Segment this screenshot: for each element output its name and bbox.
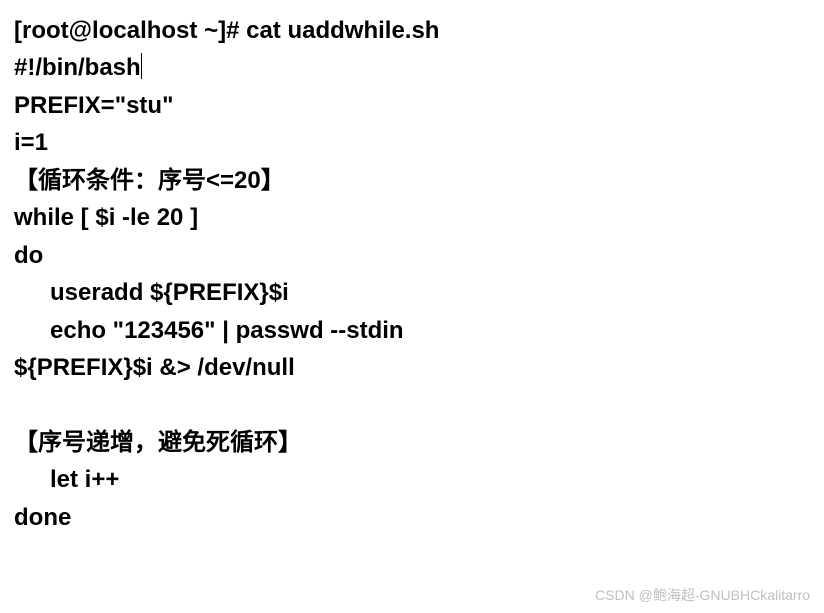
while-statement: while [ $i -le 20 ] xyxy=(14,204,198,231)
var-i: i=1 xyxy=(14,129,48,156)
code-block: [root@localhost ~]# cat uaddwhile.sh #!/… xyxy=(14,12,810,536)
code-line-3: PREFIX="stu" xyxy=(14,87,810,124)
echo-passwd-command: echo "123456" | passwd --stdin xyxy=(50,317,404,344)
text-cursor xyxy=(141,53,142,79)
code-line-2: #!/bin/bash xyxy=(14,49,810,86)
watermark: CSDN @鲍海超-GNUBHCkalitarro xyxy=(595,585,810,607)
code-line-4: i=1 xyxy=(14,124,810,161)
prompt-command: [root@localhost ~]# cat uaddwhile.sh xyxy=(14,17,439,44)
code-line-13: let i++ xyxy=(14,461,810,498)
comment-increment: 【序号递增，避免死循环】 xyxy=(14,429,302,456)
code-line-1: [root@localhost ~]# cat uaddwhile.sh xyxy=(14,12,810,49)
code-line-7: do xyxy=(14,237,810,274)
redirect-output: ${PREFIX}$i &> /dev/null xyxy=(14,354,295,381)
done-keyword: done xyxy=(14,504,71,531)
do-keyword: do xyxy=(14,242,43,269)
code-line-10: ${PREFIX}$i &> /dev/null xyxy=(14,349,810,386)
code-line-5: 【循环条件：序号<=20】 xyxy=(14,162,810,199)
let-increment: let i++ xyxy=(50,466,119,493)
code-line-9: echo "123456" | passwd --stdin xyxy=(14,312,810,349)
useradd-command: useradd ${PREFIX}$i xyxy=(50,279,289,306)
code-line-11 xyxy=(14,386,810,423)
code-line-12: 【序号递增，避免死循环】 xyxy=(14,424,810,461)
code-line-8: useradd ${PREFIX}$i xyxy=(14,274,810,311)
comment-loop-condition: 【循环条件：序号<=20】 xyxy=(14,167,285,194)
shebang: #!/bin/bash xyxy=(14,54,141,81)
code-line-6: while [ $i -le 20 ] xyxy=(14,199,810,236)
watermark-text: CSDN @鲍海超-GNUBHCkalitarro xyxy=(595,587,810,603)
var-prefix: PREFIX="stu" xyxy=(14,92,173,119)
code-line-14: done xyxy=(14,499,810,536)
